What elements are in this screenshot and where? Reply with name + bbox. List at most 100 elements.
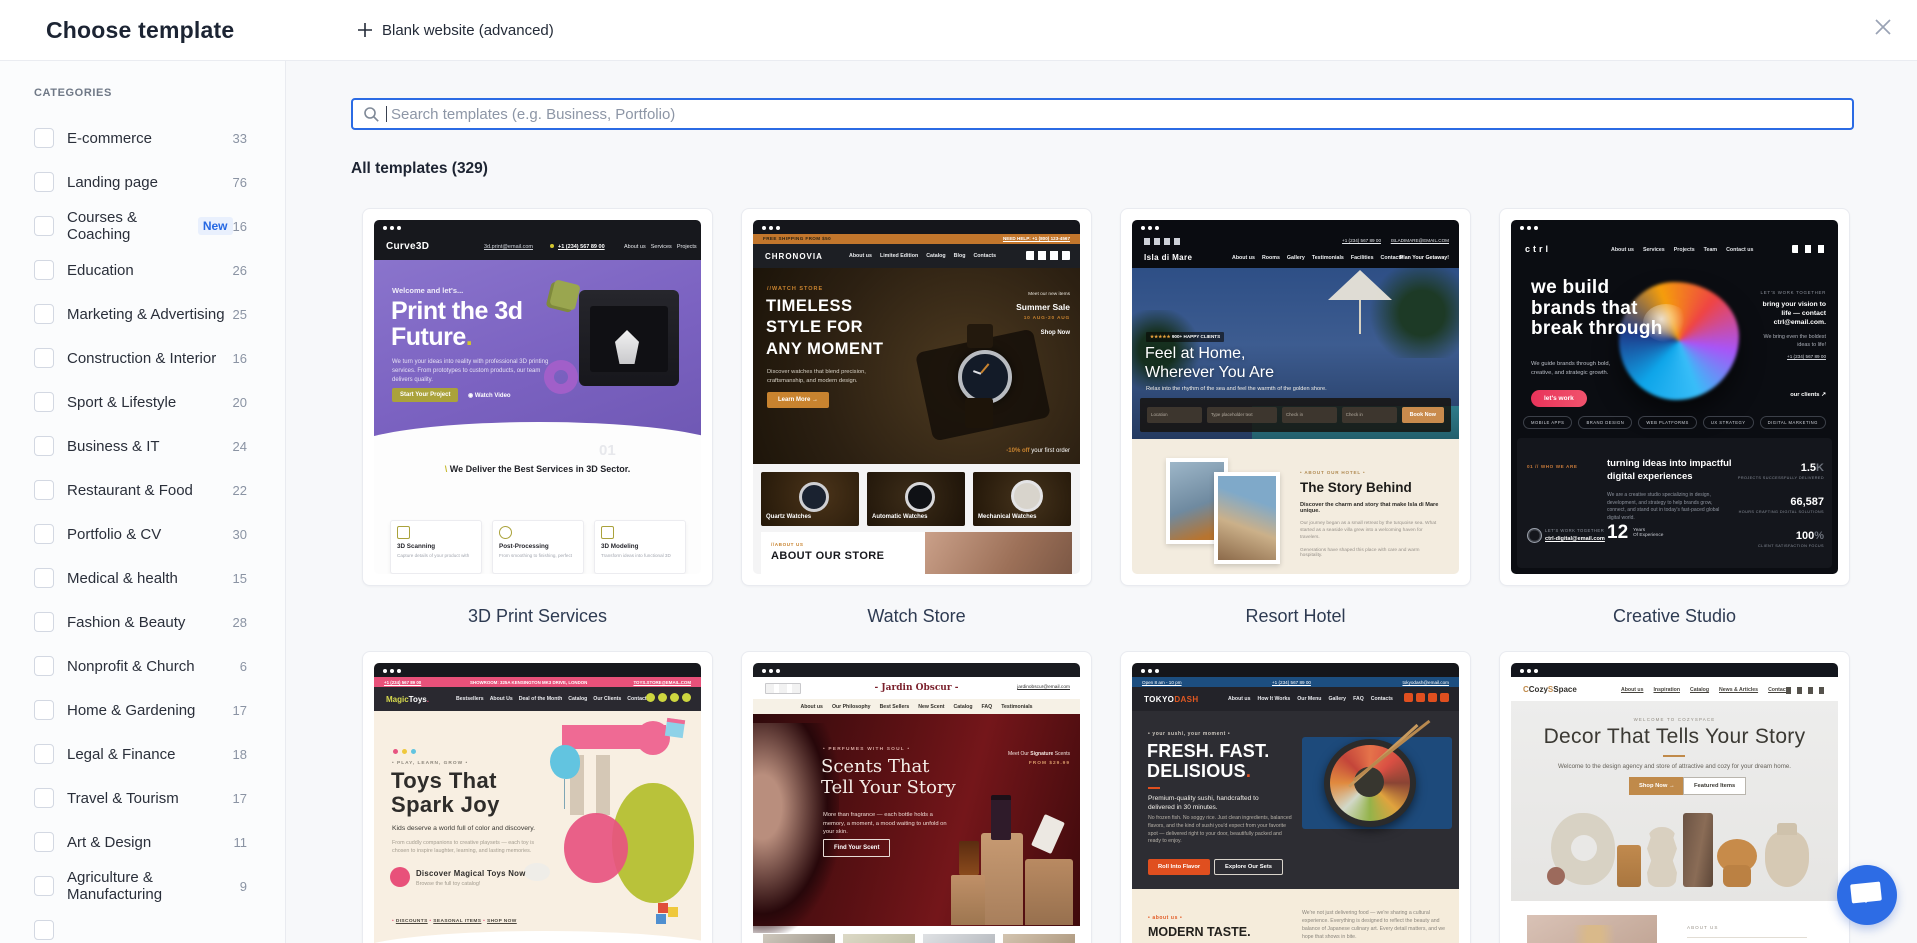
checkbox[interactable] <box>34 744 54 764</box>
checkbox[interactable] <box>34 920 54 940</box>
window-dots-icon <box>762 226 766 230</box>
template-cell: CCozySSpace About usInspirationCatalogNe… <box>1499 651 1850 943</box>
gallery-thumb <box>843 934 915 943</box>
preview-cta-secondary: Explore Our Sets <box>1214 859 1283 875</box>
wave-divider <box>374 931 701 943</box>
close-button[interactable] <box>1863 8 1903 48</box>
close-icon <box>1872 16 1894 38</box>
sidebar-item-art-design[interactable]: Art & Design11 <box>0 820 285 864</box>
checkbox[interactable] <box>34 568 54 588</box>
vase-graphic <box>1765 831 1809 887</box>
chat-bubble-icon <box>1850 881 1882 903</box>
template-card-toys[interactable]: +1 (234) 567 89 00 SHOWROOM: 325A KENSIN… <box>362 651 713 943</box>
sidebar-item-courses-coaching[interactable]: Courses & CoachingNew16 <box>0 204 285 248</box>
template-card-decor[interactable]: CCozySSpace About usInspirationCatalogNe… <box>1499 651 1850 943</box>
window-dots-icon <box>1141 669 1145 673</box>
gallery-thumb <box>1003 934 1075 943</box>
vase-graphic <box>1617 845 1641 887</box>
gallery-thumb <box>923 934 995 943</box>
checkbox[interactable] <box>34 876 54 896</box>
window-dots-icon <box>383 669 387 673</box>
template-cell: Open 8 am - 10 pm +1 (234) 567 89 00 tok… <box>1120 651 1471 943</box>
preview-cta: Start Your Project <box>392 388 458 402</box>
sidebar-item-nonprofit-church[interactable]: Nonprofit & Church6 <box>0 644 285 688</box>
checkbox[interactable] <box>34 700 54 720</box>
social-icons <box>1144 238 1182 245</box>
sidebar-item-ecommerce[interactable]: E-commerce33 <box>0 116 285 160</box>
template-preview: CCozySSpace About usInspirationCatalogNe… <box>1511 663 1838 943</box>
sidebar-item-legal-finance[interactable]: Legal & Finance18 <box>0 732 285 776</box>
checkbox[interactable] <box>34 612 54 632</box>
social-icons <box>646 693 655 702</box>
feature-card: Post-Processing From smoothing to finish… <box>492 520 584 574</box>
sidebar-item-partial[interactable] <box>0 908 285 943</box>
checkbox[interactable] <box>34 216 54 236</box>
balloon-graphic <box>550 745 580 779</box>
checkbox[interactable] <box>34 436 54 456</box>
preview-headline: Scents ThatTell Your Story <box>821 757 956 798</box>
search-icon <box>363 106 380 123</box>
template-preview: Curve3D 3d.print@email.com +1 (234) 567 … <box>374 220 701 574</box>
template-card-perfume[interactable]: - Jardin Obscur - jardinobscur@email.com… <box>741 651 1092 943</box>
checkbox[interactable] <box>34 260 54 280</box>
template-card-watch-store[interactable]: FREE SHIPPING FROM $50 NEED HELP: +1 (80… <box>741 208 1092 586</box>
checkbox[interactable] <box>34 392 54 412</box>
blank-website-button[interactable]: Blank website (advanced) <box>351 14 560 46</box>
template-title: 3D Print Services <box>362 586 713 651</box>
checkbox[interactable] <box>34 304 54 324</box>
sidebar-item-home-gardening[interactable]: Home & Gardening17 <box>0 688 285 732</box>
checkbox[interactable] <box>34 480 54 500</box>
template-cell: +1 (234) 567 89 00 ISLADIMARE@EMAIL.COM … <box>1120 208 1471 651</box>
template-cell: +1 (234) 567 89 00 SHOWROOM: 325A KENSIN… <box>362 651 713 943</box>
template-card-sushi[interactable]: Open 8 am - 10 pm +1 (234) 567 89 00 tok… <box>1120 651 1471 943</box>
template-cell: - Jardin Obscur - jardinobscur@email.com… <box>741 651 1092 943</box>
preview-brand: ctrl <box>1525 244 1551 254</box>
stat: 66,587HOURS CRAFTING DIGITAL SOLUTIONS <box>1739 492 1824 514</box>
sidebar-item-business-it[interactable]: Business & IT24 <box>0 424 285 468</box>
sidebar-item-construction-interior[interactable]: Construction & Interior16 <box>0 336 285 380</box>
preview-headline: FRESH. FAST. DELISIOUS. <box>1147 741 1269 781</box>
checkbox[interactable] <box>34 348 54 368</box>
story-photo <box>1214 472 1280 564</box>
sidebar-item-education[interactable]: Education26 <box>0 248 285 292</box>
booking-cta: Book Now <box>1402 407 1444 423</box>
checkbox[interactable] <box>34 788 54 808</box>
sidebar-item-agriculture-manufacturing[interactable]: Agriculture & Manufacturing9 <box>0 864 285 908</box>
sidebar-item-fashion-beauty[interactable]: Fashion & Beauty28 <box>0 600 285 644</box>
all-templates-heading: All templates (329) <box>351 160 488 178</box>
sidebar-item-sport-lifestyle[interactable]: Sport & Lifestyle20 <box>0 380 285 424</box>
blank-website-label: Blank website (advanced) <box>382 22 554 39</box>
social-icons <box>1792 245 1826 253</box>
template-grid: Curve3D 3d.print@email.com +1 (234) 567 … <box>362 208 1850 943</box>
sidebar-item-travel-tourism[interactable]: Travel & Tourism17 <box>0 776 285 820</box>
sidebar-item-portfolio-cv[interactable]: Portfolio & CV30 <box>0 512 285 556</box>
cloud-graphic <box>524 863 550 881</box>
template-card-3d-print[interactable]: Curve3D 3d.print@email.com +1 (234) 567 … <box>362 208 713 586</box>
template-card-resort-hotel[interactable]: +1 (234) 567 89 00 ISLADIMARE@EMAIL.COM … <box>1120 208 1471 586</box>
template-cell: Curve3D 3d.print@email.com +1 (234) 567 … <box>362 208 713 651</box>
chat-widget-button[interactable] <box>1837 865 1897 925</box>
sidebar-item-landing-page[interactable]: Landing page76 <box>0 160 285 204</box>
sidebar-item-marketing-advertising[interactable]: Marketing & Advertising25 <box>0 292 285 336</box>
sidebar-item-restaurant-food[interactable]: Restaurant & Food22 <box>0 468 285 512</box>
template-preview: +1 (234) 567 89 00 SHOWROOM: 325A KENSIN… <box>374 663 701 943</box>
preview-cta: Shop Now → <box>1629 777 1685 795</box>
booking-field: Check in <box>1342 407 1397 423</box>
search-input[interactable] <box>389 105 1852 124</box>
perfume-bottle-graphic <box>959 841 979 875</box>
checkbox[interactable] <box>34 524 54 544</box>
vase-graphic <box>1547 867 1565 885</box>
checkbox[interactable] <box>34 656 54 676</box>
service-pills: MOBILE APPS BRAND DESIGN WEB PLATFORMS U… <box>1523 416 1826 429</box>
window-dots-icon <box>383 226 387 230</box>
checkbox[interactable] <box>34 128 54 148</box>
sidebar-item-medical-health[interactable]: Medical & health15 <box>0 556 285 600</box>
feature-card: 3D Modeling Transform ideas into functio… <box>594 520 686 574</box>
template-card-creative-studio[interactable]: ctrl About usServicesProjectsTeamContact… <box>1499 208 1850 586</box>
promo-line: Meet Our Signature Scents <box>1008 751 1070 757</box>
product-tile: Automatic Watches <box>867 472 965 526</box>
checkbox[interactable] <box>34 172 54 192</box>
checkbox[interactable] <box>34 832 54 852</box>
preview-cta: let's work <box>1531 390 1587 407</box>
preview-brand: Isla di Mare <box>1144 253 1192 262</box>
